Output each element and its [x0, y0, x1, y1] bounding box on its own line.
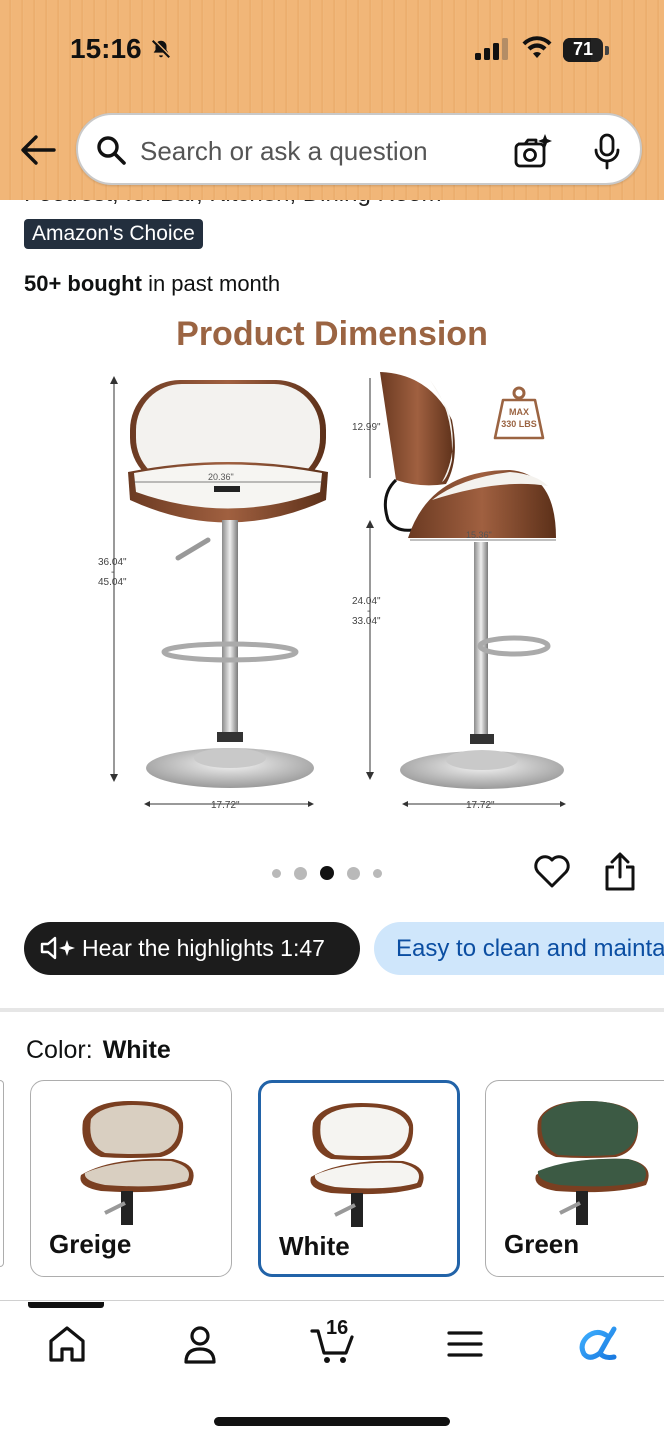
front-stool: 20.36" — [128, 380, 328, 788]
stool-thumbnail — [535, 1101, 649, 1225]
back-height-label: 12.99" — [352, 422, 381, 433]
max-weight-line2: 330 LBS — [501, 419, 537, 429]
easy-clean-chip[interactable]: Easy to clean and maintain — [374, 922, 664, 975]
wifi-icon — [522, 36, 552, 58]
status-time: 15:16 — [70, 33, 142, 64]
speaker-sparkle-icon — [40, 936, 75, 960]
swatch-name: Greige — [49, 1229, 132, 1259]
carousel-dot[interactable] — [373, 868, 382, 878]
swatch-name: White — [279, 1231, 350, 1261]
max-weight-line1: MAX — [509, 407, 529, 417]
search-icon — [97, 136, 126, 165]
home-indicator — [214, 1417, 450, 1426]
camera-lens-icon[interactable] — [514, 133, 552, 169]
seat-height-max: 33.04" — [352, 616, 381, 627]
seat-width-label: 20.36" — [208, 472, 234, 482]
cellular-signal-icon — [475, 38, 508, 60]
bought-count-bold: 50+ bought — [24, 271, 142, 296]
amazons-choice-badge[interactable]: Amazon's Choice — [24, 219, 203, 249]
home-icon[interactable] — [46, 1323, 88, 1365]
image-carousel-dots[interactable] — [272, 866, 382, 880]
bottom-navigation: 16 — [0, 1300, 664, 1440]
battery-indicator: 71 — [563, 38, 609, 62]
front-height-max: 45.04" — [98, 577, 127, 588]
front-base-label: 17.72" — [211, 800, 240, 811]
weight-capacity-icon: MAX 330 LBS — [493, 386, 545, 440]
previous-swatch-edge[interactable] — [0, 1080, 4, 1267]
menu-icon[interactable] — [444, 1323, 486, 1365]
color-label: Color: — [26, 1036, 93, 1064]
hear-highlights-button[interactable]: Hear the highlights 1:47 — [24, 922, 360, 975]
easy-clean-label: Easy to clean and maintain — [396, 935, 664, 962]
carousel-dot[interactable] — [272, 868, 281, 878]
carousel-dot-active[interactable] — [320, 866, 334, 880]
color-swatch-white[interactable]: White — [258, 1080, 460, 1277]
heart-icon[interactable] — [533, 852, 571, 890]
selected-color: White — [102, 1036, 171, 1064]
carousel-dot[interactable] — [294, 866, 307, 880]
battery-body: 71 — [563, 38, 603, 62]
color-swatch-green[interactable]: Green — [485, 1080, 664, 1277]
status-bar: 15:16 71 — [0, 0, 664, 100]
microphone-icon[interactable] — [592, 133, 622, 171]
account-icon[interactable] — [179, 1323, 221, 1365]
search-bar[interactable]: Search or ask a question — [76, 113, 642, 185]
side-base-dimension: 17.72" — [402, 800, 566, 811]
battery-percent: 71 — [572, 39, 594, 59]
header: 15:16 71 Search or ask a question — [0, 0, 664, 200]
bought-count: 50+ bought in past month — [24, 271, 280, 297]
carousel-dot[interactable] — [347, 866, 360, 880]
image-heading: Product Dimension — [176, 315, 488, 353]
seat-depth-label: 15.36" — [466, 530, 492, 540]
color-swatch-greige[interactable]: Greige — [30, 1080, 232, 1277]
stool-thumbnail — [80, 1101, 194, 1225]
front-base-dimension: 17.72" — [144, 800, 314, 811]
rufus-assistant-icon[interactable] — [576, 1323, 618, 1365]
bought-count-rest: in past month — [141, 271, 281, 296]
side-base-label: 17.72" — [466, 800, 495, 811]
cart-icon[interactable] — [310, 1323, 356, 1365]
stool-thumbnail — [310, 1103, 424, 1227]
bell-muted-icon — [151, 39, 171, 59]
side-dimensions: 12.99" 24.04" - 33.04" — [352, 378, 381, 780]
active-tab-indicator — [28, 1302, 104, 1308]
swatch-name: Green — [504, 1229, 580, 1259]
section-divider — [0, 1008, 664, 1012]
hear-highlights-label: Hear the highlights 1:47 — [82, 935, 325, 961]
back-arrow-icon[interactable] — [20, 130, 56, 170]
color-selector-label: Color: White — [26, 1036, 171, 1065]
front-height-dimension: 36.04" - 45.04" — [98, 376, 127, 782]
battery-cap — [605, 46, 609, 55]
share-icon[interactable] — [603, 852, 637, 892]
search-input[interactable]: Search or ask a question — [140, 136, 428, 167]
